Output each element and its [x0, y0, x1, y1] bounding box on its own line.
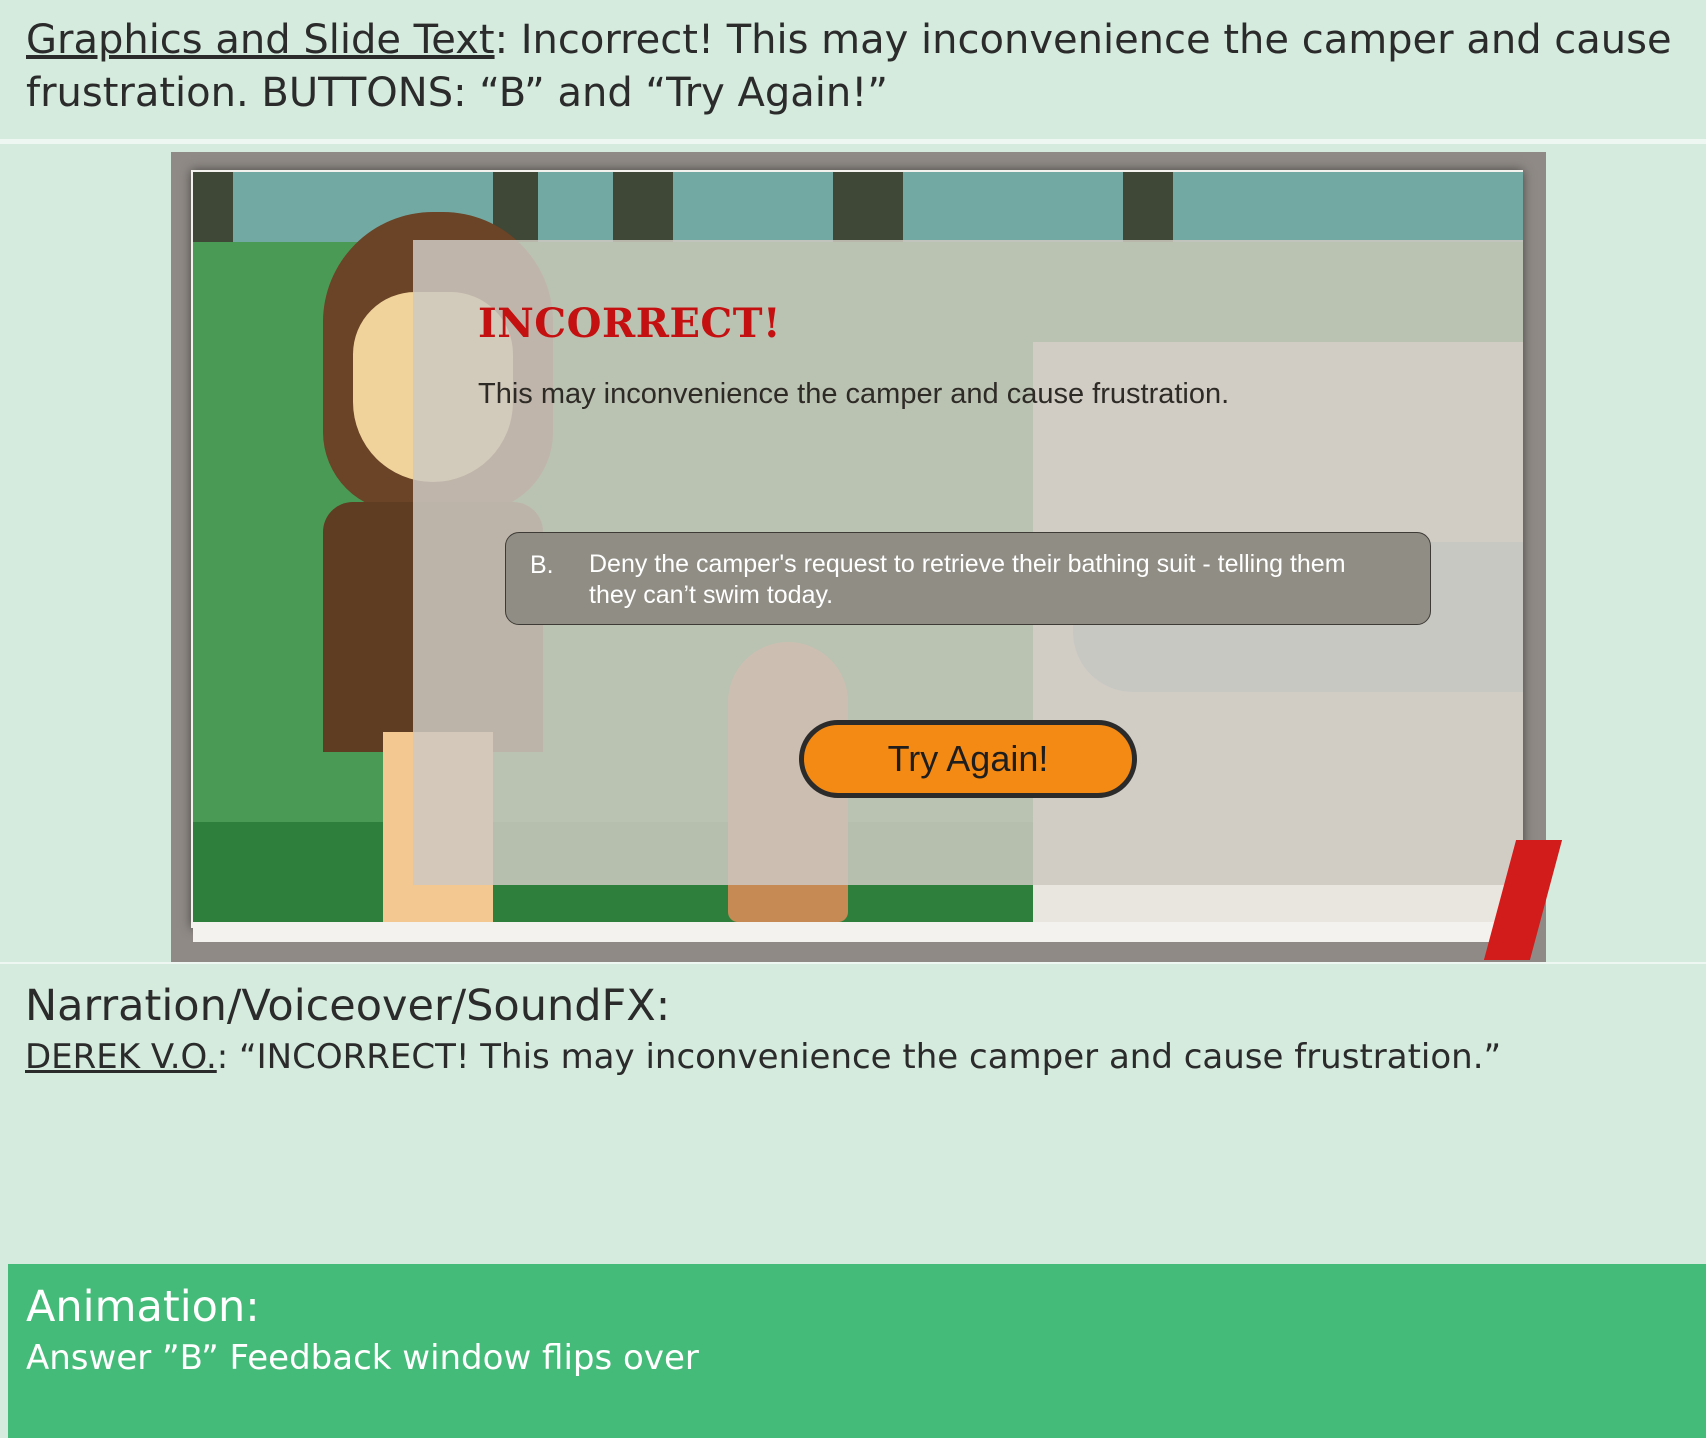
- tree-trunk: [193, 172, 233, 242]
- narration-section: Narration/Voiceover/SoundFX: DEREK V.O.:…: [0, 962, 1706, 1264]
- narration-speaker-colon: :: [216, 1037, 229, 1077]
- feedback-title: INCORRECT!: [478, 300, 782, 347]
- tree-trunk: [613, 172, 673, 242]
- feedback-message: This may inconvenience the camper and ca…: [478, 378, 1230, 410]
- animation-line: Answer ”B” Feedback window flips over: [26, 1338, 699, 1378]
- graphics-description: Graphics and Slide Text: Incorrect! This…: [26, 14, 1680, 120]
- graphics-label-colon: :: [494, 17, 509, 63]
- answer-b-box: B. Deny the camper's request to retrieve…: [505, 532, 1431, 625]
- answer-letter: B.: [530, 551, 554, 579]
- answer-text: Deny the camper's request to retrieve th…: [589, 550, 1346, 609]
- graphics-label: Graphics and Slide Text: [26, 17, 495, 63]
- try-again-button[interactable]: Try Again!: [799, 720, 1137, 798]
- narration-line: DEREK V.O.: “INCORRECT! This may inconve…: [25, 1034, 1681, 1080]
- slide-bottom-border: [193, 922, 1523, 942]
- camp-scene-illustration: INCORRECT! This may inconvenience the ca…: [193, 172, 1523, 922]
- feedback-window: INCORRECT! This may inconvenience the ca…: [413, 240, 1523, 885]
- narration-speaker: DEREK V.O.: [25, 1037, 217, 1077]
- narration-title: Narration/Voiceover/SoundFX:: [25, 981, 671, 1031]
- graphics-section: Graphics and Slide Text: Incorrect! This…: [0, 0, 1706, 144]
- tree-trunk: [833, 172, 903, 242]
- tree-trunk: [1123, 172, 1173, 242]
- animation-title: Animation:: [26, 1282, 260, 1332]
- animation-section: Animation: Answer ”B” Feedback window fl…: [8, 1264, 1706, 1438]
- narration-quote: “INCORRECT! This may inconvenience the c…: [228, 1037, 1502, 1077]
